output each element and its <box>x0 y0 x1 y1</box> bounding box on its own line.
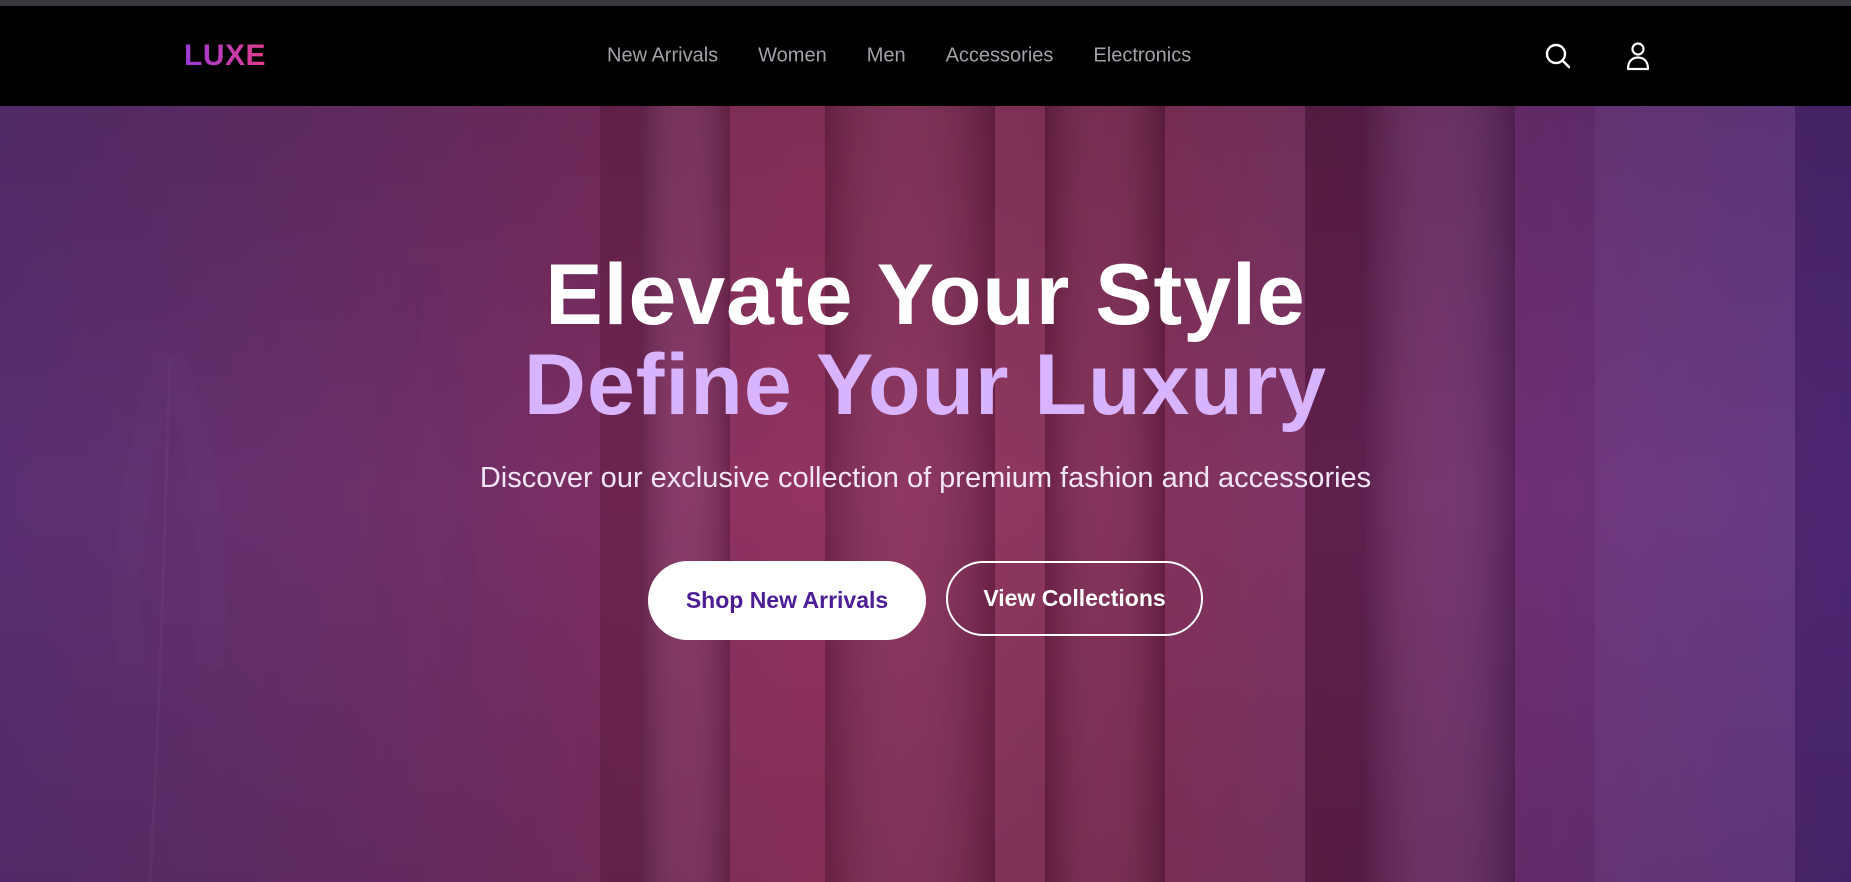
account-button[interactable] <box>1621 39 1655 73</box>
nav-link-men[interactable]: Men <box>867 45 906 68</box>
hero-section: Elevate Your Style Define Your Luxury Di… <box>0 106 1851 882</box>
nav-link-new-arrivals[interactable]: New Arrivals <box>607 45 718 68</box>
navbar: LUXE New Arrivals Women Men Accessories … <box>0 6 1851 106</box>
hero-subtitle: Discover our exclusive collection of pre… <box>479 462 1372 494</box>
brand-logo[interactable]: LUXE <box>184 39 266 73</box>
hero-cta-group: Shop New Arrivals View Collections <box>0 561 1851 640</box>
nav-link-women[interactable]: Women <box>758 45 827 68</box>
nav-link-electronics[interactable]: Electronics <box>1093 45 1191 68</box>
search-icon <box>1545 43 1571 69</box>
search-button[interactable] <box>1541 39 1575 73</box>
hero-content: Elevate Your Style Define Your Luxury Di… <box>0 106 1851 882</box>
view-collections-button[interactable]: View Collections <box>946 561 1203 636</box>
main-nav: New Arrivals Women Men Accessories Elect… <box>607 45 1191 68</box>
shop-new-arrivals-button[interactable]: Shop New Arrivals <box>648 561 926 640</box>
user-icon <box>1626 42 1650 71</box>
hero-headline-accent: Define Your Luxury <box>523 337 1328 433</box>
nav-link-accessories[interactable]: Accessories <box>946 45 1054 68</box>
hero-headline-primary: Elevate Your Style <box>545 247 1306 343</box>
page: LUXE New Arrivals Women Men Accessories … <box>0 0 1851 882</box>
